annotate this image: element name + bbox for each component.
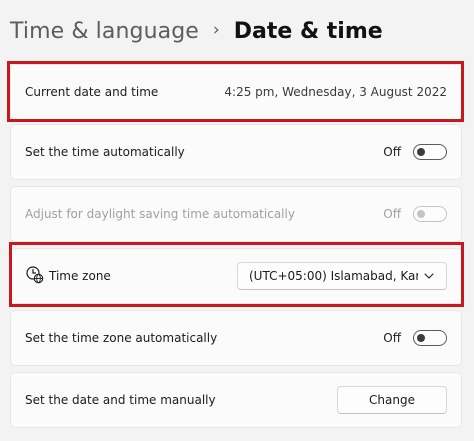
clock-globe-icon bbox=[26, 266, 44, 284]
toggle-knob bbox=[417, 210, 425, 218]
time-zone-label: Time zone bbox=[49, 269, 111, 283]
daylight-saving-state: Off bbox=[383, 207, 401, 221]
time-zone-selected-value: (UTC+05:00) Islamabad, Karachi bbox=[249, 269, 418, 283]
set-time-zone-automatically-row: Set the time zone automatically Off bbox=[10, 310, 462, 366]
set-time-automatically-state: Off bbox=[383, 145, 401, 159]
set-time-automatically-row: Set the time automatically Off bbox=[10, 124, 462, 180]
set-time-zone-automatically-state: Off bbox=[383, 331, 401, 345]
current-date-time-label: Current date and time bbox=[25, 85, 159, 99]
current-date-time-value: 4:25 pm, Wednesday, 3 August 2022 bbox=[224, 85, 447, 99]
toggle-knob bbox=[417, 148, 425, 156]
change-button[interactable]: Change bbox=[337, 386, 447, 414]
current-date-time-row: Current date and time 4:25 pm, Wednesday… bbox=[10, 64, 462, 120]
set-time-zone-automatically-toggle-group: Off bbox=[383, 330, 447, 346]
daylight-saving-toggle-group: Off bbox=[383, 206, 447, 222]
set-time-automatically-toggle[interactable] bbox=[413, 144, 447, 160]
breadcrumb-chevron-icon: › bbox=[212, 20, 220, 40]
time-zone-dropdown[interactable]: (UTC+05:00) Islamabad, Karachi bbox=[237, 262, 447, 290]
set-time-zone-automatically-toggle[interactable] bbox=[413, 330, 447, 346]
breadcrumb: Time & language › Date & time bbox=[10, 12, 383, 50]
daylight-saving-row: Adjust for daylight saving time automati… bbox=[10, 186, 462, 242]
daylight-saving-toggle bbox=[413, 206, 447, 222]
set-time-zone-automatically-label: Set the time zone automatically bbox=[25, 331, 218, 345]
time-zone-row: Time zone (UTC+05:00) Islamabad, Karachi bbox=[10, 248, 462, 304]
toggle-knob bbox=[417, 334, 425, 342]
set-time-automatically-label: Set the time automatically bbox=[25, 145, 185, 159]
set-date-time-manually-label: Set the date and time manually bbox=[25, 393, 216, 407]
daylight-saving-label: Adjust for daylight saving time automati… bbox=[25, 207, 295, 221]
breadcrumb-parent-time-language[interactable]: Time & language bbox=[10, 19, 199, 44]
set-date-time-manually-row: Set the date and time manually Change bbox=[10, 372, 462, 428]
chevron-down-icon bbox=[424, 273, 434, 279]
set-time-automatically-toggle-group: Off bbox=[383, 144, 447, 160]
page-title: Date & time bbox=[233, 18, 383, 44]
